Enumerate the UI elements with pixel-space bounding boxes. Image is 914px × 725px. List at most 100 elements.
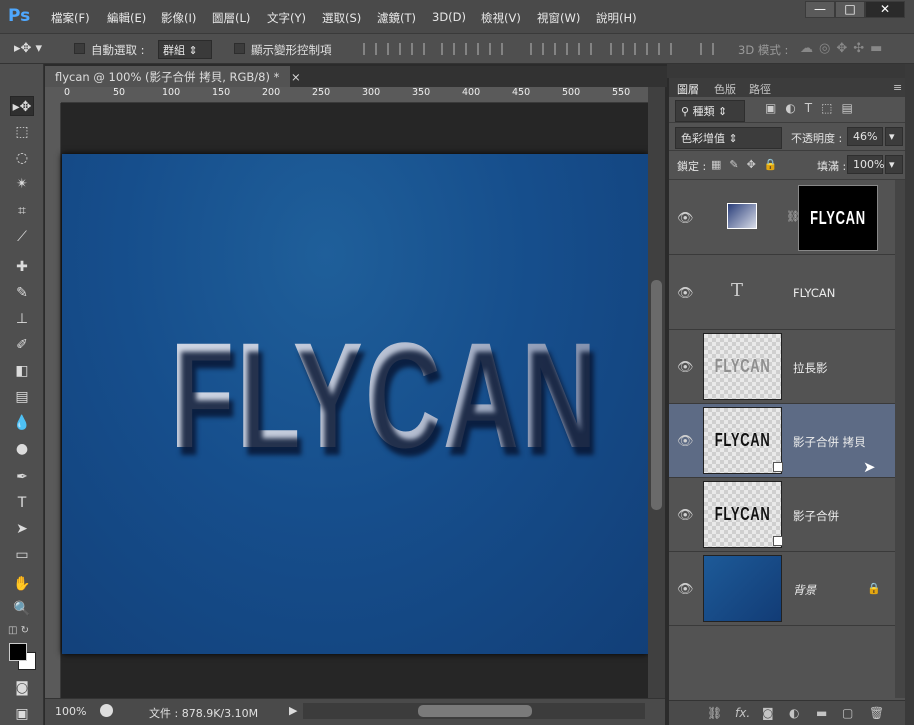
auto-select-checkbox[interactable] [74,43,85,54]
auto-select-dropdown[interactable]: 群組 ⇕ [158,40,212,59]
pen-tool-icon[interactable]: ✒ [10,467,34,487]
minimize-button[interactable]: — [805,1,835,18]
close-tab-icon[interactable]: × [291,70,301,84]
align-hcenter-icon[interactable] [465,43,479,55]
horizontal-ruler[interactable]: 0 50 100 150 200 250 300 350 400 450 500… [61,87,648,103]
layer-row[interactable]: 👁 FLYCAN 影子合併 [669,478,895,552]
path-selection-tool-icon[interactable]: ➤ [10,519,34,539]
healing-brush-tool-icon[interactable]: ✚ [10,257,34,277]
visibility-eye-icon[interactable]: 👁 [677,434,694,449]
visibility-eye-icon[interactable]: 👁 [677,211,694,226]
3d-mode-icons[interactable]: ☁◎✥✣▬ [800,41,888,56]
history-brush-tool-icon[interactable]: ✐ [10,335,34,355]
link-layers-icon[interactable]: ⛓ [707,706,722,720]
fill-input[interactable]: 100% [847,155,884,174]
type-tool-icon[interactable]: T [10,493,34,513]
align-left-icon[interactable] [441,43,455,55]
gradient-tool-icon[interactable]: ▤ [10,387,34,407]
close-button[interactable]: ✕ [865,1,905,18]
move-tool-preset-icon[interactable]: ▸✥ ▾ [14,41,42,56]
panel-collapse-strip[interactable] [905,64,914,725]
layer-name[interactable]: 背景 [793,582,816,598]
align-right-icon[interactable] [489,43,503,55]
vertical-scroll-thumb[interactable] [651,280,662,510]
quick-mask-icon[interactable]: ◙ [10,678,34,698]
marquee-tool-icon[interactable]: ⬚ [10,122,34,142]
visibility-eye-icon[interactable]: 👁 [677,508,694,523]
new-group-icon[interactable]: ▬ [816,706,827,720]
blur-tool-icon[interactable]: 💧 [10,413,34,433]
delete-layer-icon[interactable]: 🗑 [869,706,884,720]
filter-type-icons[interactable]: ▣◐T⬚▤ [765,101,862,115]
brush-tool-icon[interactable]: ✎ [10,283,34,303]
layer-name[interactable]: 影子合併 [793,508,839,524]
opacity-arrow-icon[interactable]: ▾ [885,127,903,146]
foreground-color-swatch[interactable] [9,643,27,661]
distribute-top-icon[interactable] [530,43,544,55]
screen-mode-icon[interactable]: ▣ [10,704,34,724]
menu-3d[interactable]: 3D(D) [432,10,466,24]
tab-layers[interactable]: 圖層 [677,81,699,97]
eyedropper-tool-icon[interactable]: ⟋ [10,227,34,247]
zoom-tool-icon[interactable]: 🔍 [10,599,34,619]
layer-row[interactable]: 👁 ⛓ FLYCAN [669,181,895,255]
maximize-button[interactable]: □ [835,1,865,18]
document-tab[interactable]: flycan @ 100% (影子合併 拷貝, RGB/8) * × [45,66,301,87]
ruler-origin[interactable] [45,87,61,103]
eraser-tool-icon[interactable]: ◧ [10,361,34,381]
dodge-tool-icon[interactable]: ● [10,439,34,459]
status-menu-arrow-icon[interactable]: ▶ [289,704,297,717]
align-top-icon[interactable] [363,43,377,55]
visibility-eye-icon[interactable]: 👁 [677,582,694,597]
distribute-vcenter-icon[interactable] [554,43,568,55]
menu-help[interactable]: 說明(H) [596,10,637,26]
distribute-bottom-icon[interactable] [578,43,592,55]
fill-arrow-icon[interactable]: ▾ [885,155,903,174]
menu-filter[interactable]: 濾鏡(T) [377,10,416,26]
visibility-eye-icon[interactable]: 👁 [677,360,694,375]
align-vcenter-icon[interactable] [387,43,401,55]
layer-name[interactable]: FLYCAN [793,286,835,300]
zoom-level[interactable]: 100% [55,705,86,718]
fx-icon[interactable]: fx. [735,706,750,720]
horizontal-scroll-thumb[interactable] [418,705,532,717]
vertical-ruler[interactable] [45,103,61,698]
layer-row[interactable]: 👁 FLYCAN 拉長影 [669,330,895,404]
clone-stamp-tool-icon[interactable]: ⊥ [10,309,34,329]
distribute-hcenter-icon[interactable] [634,43,648,55]
visibility-eye-icon[interactable]: 👁 [677,286,694,301]
align-bottom-icon[interactable] [411,43,425,55]
distribute-right-icon[interactable] [658,43,672,55]
new-layer-icon[interactable]: ▢ [842,706,853,720]
rectangle-tool-icon[interactable]: ▭ [10,545,34,565]
swap-colors-icon[interactable]: ◫ ↻ [8,625,29,636]
menu-select[interactable]: 選取(S) [322,10,361,26]
menu-image[interactable]: 影像(I) [161,10,196,26]
panel-menu-icon[interactable]: ≡ [893,81,902,94]
tab-channels[interactable]: 色版 [714,81,736,97]
layer-name[interactable]: 拉長影 [793,360,828,376]
distribute-left-icon[interactable] [610,43,624,55]
lock-icons[interactable]: ▦✎✥🔒 [711,158,786,171]
filter-kind-dropdown[interactable]: ⚲ 種類 ⇕ [675,100,745,122]
layer-name[interactable]: 影子合併 拷貝 [793,434,866,450]
opacity-input[interactable]: 46% [847,127,883,146]
menu-type[interactable]: 文字(Y) [267,10,306,26]
layer-row-selected[interactable]: 👁 FLYCAN 影子合併 拷貝 ➤ [669,404,895,478]
blend-mode-dropdown[interactable]: 色彩增值 ⇕ [675,127,782,149]
magic-wand-tool-icon[interactable]: ✴ [10,174,34,194]
menu-layer[interactable]: 圖層(L) [212,10,250,26]
show-transform-checkbox[interactable] [234,43,245,54]
layers-scrollbar[interactable] [895,180,905,698]
lasso-tool-icon[interactable]: ◌ [10,148,34,168]
menu-window[interactable]: 視窗(W) [537,10,580,26]
document-canvas[interactable]: FLYCAN [62,154,648,654]
status-info-icon[interactable] [100,704,113,717]
menu-file[interactable]: 檔案(F) [51,10,90,26]
tab-paths[interactable]: 路徑 [749,81,771,97]
auto-align-icon[interactable] [700,43,714,55]
adjustment-layer-icon[interactable]: ◐ [789,706,799,720]
add-mask-icon[interactable]: ◙ [762,706,774,720]
move-tool-icon[interactable]: ▸✥ [10,96,34,116]
hand-tool-icon[interactable]: ✋ [10,574,34,594]
